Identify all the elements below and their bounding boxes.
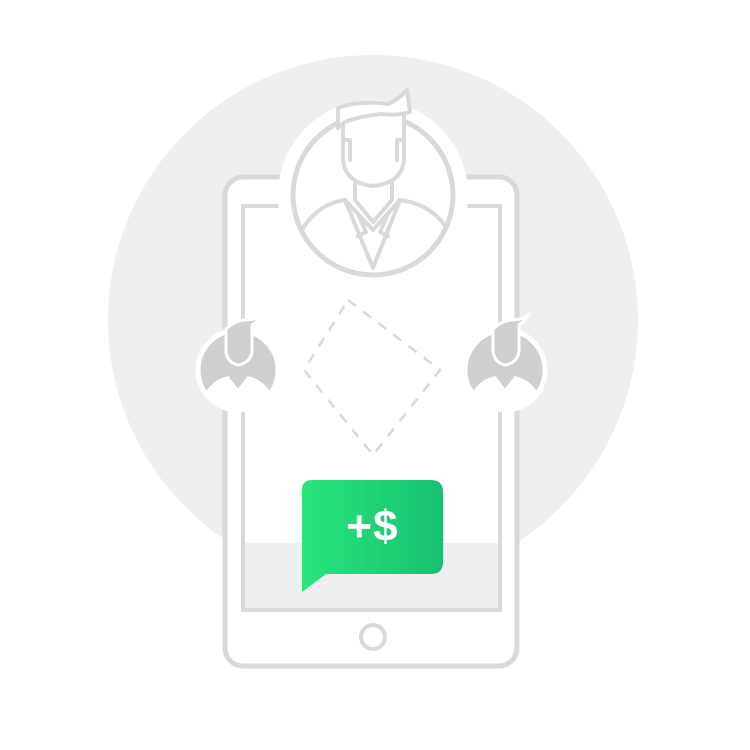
illustration-canvas: [108, 55, 638, 669]
money-bubble-label: +$: [346, 502, 399, 551]
referral-illustration: +$: [0, 0, 750, 750]
phone-home-button: [359, 623, 387, 651]
